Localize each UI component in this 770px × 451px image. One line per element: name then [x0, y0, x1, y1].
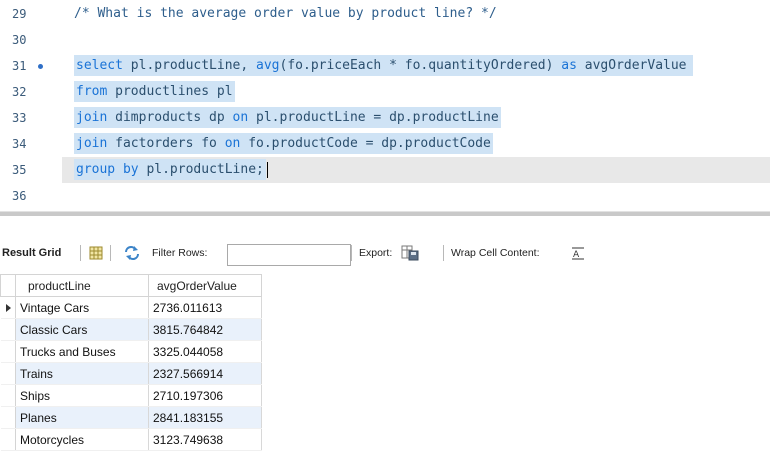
- code-token: (fo.priceEach * fo.quantityOrdered): [279, 58, 562, 73]
- row-header: [0, 384, 16, 407]
- line-number: 33: [12, 111, 27, 125]
- selection: select pl.productLine, avg(fo.priceEach …: [74, 55, 693, 76]
- cell-productline[interactable]: Vintage Cars: [15, 296, 149, 319]
- line-number: 34: [12, 137, 27, 151]
- toolbar-separator: [351, 245, 352, 261]
- row-header: [0, 406, 16, 429]
- keyword: avg: [256, 58, 280, 73]
- line-number: 36: [12, 189, 27, 203]
- code-token: dimproducts dp: [107, 110, 233, 125]
- table-row[interactable]: Trucks and Buses 3325.044058: [0, 340, 262, 363]
- statement-marker-icon: [38, 64, 43, 69]
- toolbar-separator: [443, 245, 444, 261]
- editor-line: 36: [0, 183, 770, 209]
- result-grid: productLine avgOrderValue Vintage Cars 2…: [0, 274, 262, 451]
- toolbar-separator: [110, 245, 111, 261]
- keyword: join: [76, 110, 108, 125]
- editor-line: 32 from productlines pl: [0, 79, 770, 105]
- current-row-icon: [5, 303, 11, 312]
- code-token: avgOrderValue: [576, 58, 687, 73]
- keyword: on: [232, 110, 249, 125]
- keyword: from: [76, 84, 108, 99]
- cell-avgordervalue[interactable]: 3325.044058: [148, 340, 262, 363]
- row-header: [0, 362, 16, 385]
- cell-productline[interactable]: Ships: [15, 384, 149, 407]
- cell-productline[interactable]: Trains: [15, 362, 149, 385]
- row-header: [0, 428, 16, 451]
- editor-line: 31 select pl.productLine, avg(fo.priceEa…: [0, 53, 770, 79]
- line-number: 29: [12, 7, 27, 21]
- selection: join dimproducts dp on pl.productLine = …: [74, 107, 501, 128]
- row-header: [0, 340, 16, 363]
- editor-line: 34 join factorders fo on fo.productCode …: [0, 131, 770, 157]
- column-header-avgordervalue[interactable]: avgOrderValue: [148, 274, 262, 297]
- table-row[interactable]: Trains 2327.566914: [0, 362, 262, 385]
- row-header: [0, 318, 16, 341]
- filter-rows-label: Filter Rows:: [152, 247, 208, 259]
- line-number: 35: [12, 163, 27, 177]
- grid-header-row: productLine avgOrderValue: [0, 274, 262, 297]
- cell-productline[interactable]: Classic Cars: [15, 318, 149, 341]
- result-grid-label: Result Grid: [2, 247, 62, 259]
- keyword: on: [224, 136, 241, 151]
- table-row[interactable]: Ships 2710.197306: [0, 384, 262, 407]
- table-row[interactable]: Motorcycles 3123.749638: [0, 428, 262, 451]
- code-token: pl.productLine;: [138, 162, 264, 177]
- row-pointer: [0, 296, 16, 319]
- code-line: select pl.productLine, avg(fo.priceEach …: [74, 53, 693, 79]
- code-token: pl.productLine = dp.productLine: [248, 110, 499, 125]
- wrap-icon[interactable]: A: [571, 238, 585, 268]
- sql-editor[interactable]: 29 /* What is the average order value by…: [0, 0, 770, 210]
- cell-avgordervalue[interactable]: 2710.197306: [148, 384, 262, 407]
- selection: join factorders fo on fo.productCode = d…: [74, 133, 493, 154]
- export-label: Export:: [359, 247, 393, 259]
- code-line: from productlines pl: [74, 79, 235, 105]
- line-number: 32: [12, 85, 27, 99]
- export-icon[interactable]: [401, 238, 419, 268]
- code-line: join factorders fo on fo.productCode = d…: [74, 131, 493, 157]
- editor-line-current: 35 group by pl.productLine;: [0, 157, 770, 183]
- table-row[interactable]: Vintage Cars 2736.011613: [0, 296, 262, 319]
- cell-avgordervalue[interactable]: 3815.764842: [148, 318, 262, 341]
- refresh-icon[interactable]: [124, 238, 140, 268]
- editor-line: 30: [0, 27, 770, 53]
- cell-productline[interactable]: Trucks and Buses: [15, 340, 149, 363]
- editor-line: 33 join dimproducts dp on pl.productLine…: [0, 105, 770, 131]
- code-token: fo.productCode = dp.productCode: [240, 136, 491, 151]
- line-number: 30: [12, 33, 27, 47]
- panel-splitter[interactable]: [0, 211, 770, 216]
- filter-rows-input[interactable]: [227, 244, 351, 266]
- grid-icon[interactable]: [89, 238, 103, 268]
- code-token: factorders fo: [107, 136, 225, 151]
- editor-line: 29 /* What is the average order value by…: [0, 1, 770, 27]
- cell-productline[interactable]: Planes: [15, 406, 149, 429]
- code-token: productlines pl: [107, 84, 233, 99]
- code-line: join dimproducts dp on pl.productLine = …: [74, 105, 501, 131]
- row-header-corner: [0, 274, 16, 297]
- cell-avgordervalue[interactable]: 3123.749638: [148, 428, 262, 451]
- cell-avgordervalue[interactable]: 2327.566914: [148, 362, 262, 385]
- code-token: pl.productLine,: [122, 58, 257, 73]
- text-caret: [266, 161, 268, 178]
- wrap-cell-label: Wrap Cell Content:: [451, 247, 540, 259]
- keyword: group by: [76, 162, 139, 177]
- code-comment: /* What is the average order value by pr…: [74, 6, 497, 21]
- table-row[interactable]: Classic Cars 3815.764842: [0, 318, 262, 341]
- cell-avgordervalue[interactable]: 2736.011613: [148, 296, 262, 319]
- line-number: 31: [12, 59, 27, 73]
- selection: group by pl.productLine;: [74, 159, 266, 180]
- keyword: select: [76, 58, 123, 73]
- keyword: as: [561, 58, 577, 73]
- cell-avgordervalue[interactable]: 2841.183155: [148, 406, 262, 429]
- code-line: group by pl.productLine;: [74, 157, 268, 183]
- table-row[interactable]: Planes 2841.183155: [0, 406, 262, 429]
- toolbar-separator: [80, 245, 81, 261]
- keyword: join: [76, 136, 108, 151]
- column-header-productline[interactable]: productLine: [15, 274, 149, 297]
- selection: from productlines pl: [74, 81, 235, 102]
- result-toolbar: Result Grid Filter Rows: Export: Wrap Ce…: [0, 238, 770, 268]
- cell-productline[interactable]: Motorcycles: [15, 428, 149, 451]
